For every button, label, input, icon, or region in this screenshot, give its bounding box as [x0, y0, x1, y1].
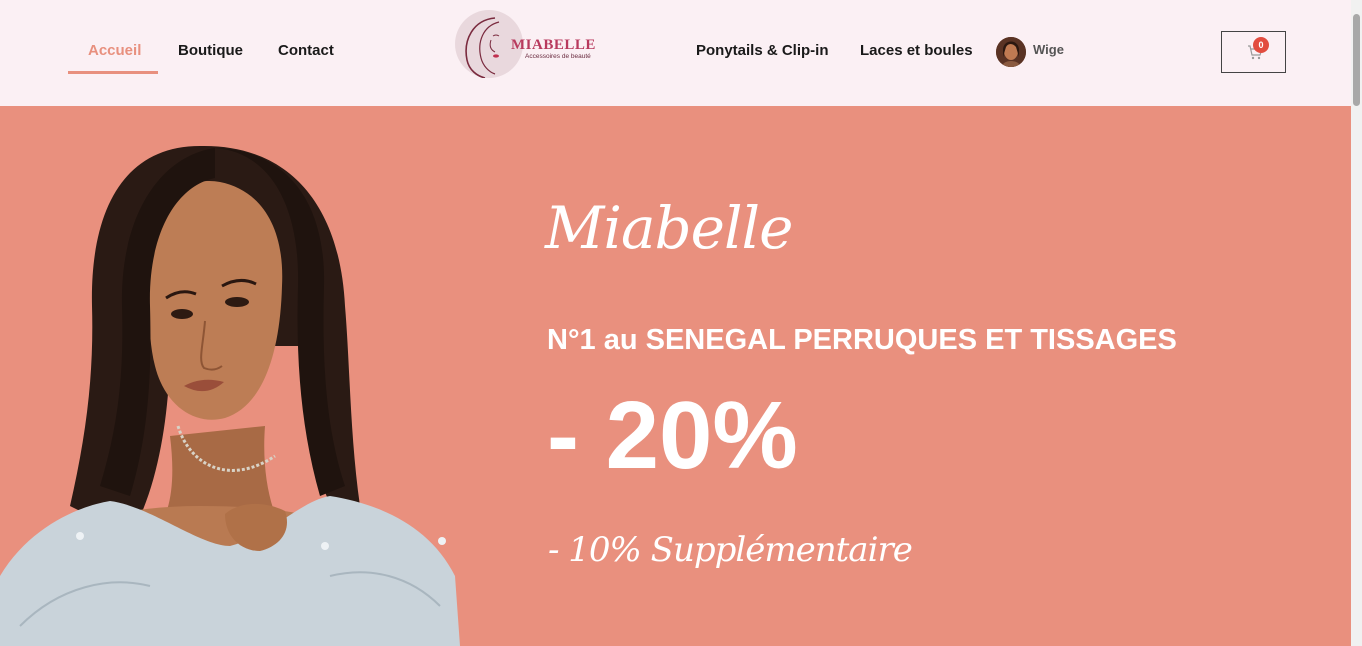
user-name[interactable]: Wige [1033, 42, 1064, 57]
user-avatar[interactable] [996, 37, 1026, 67]
hero-headline: N°1 au SENEGAL PERRUQUES ET TISSAGES [547, 324, 1177, 356]
nav-link-boutique[interactable]: Boutique [178, 42, 243, 59]
site-logo[interactable]: MIABELLE Accessoires de beauté [453, 9, 596, 81]
active-nav-underline [68, 71, 158, 74]
hero-extra-discount: - 10% Supplémentaire [548, 530, 913, 570]
nav-link-contact[interactable]: Contact [278, 42, 334, 59]
logo-wordmark: MIABELLE [511, 37, 596, 53]
model-photo [0, 145, 460, 646]
hero-script-title: Miabelle [545, 194, 793, 262]
cart-count-badge: 0 [1253, 37, 1269, 53]
logo-tagline: Accessoires de beauté [525, 53, 591, 60]
hero-banner: Miabelle N°1 au SENEGAL PERRUQUES ET TIS… [0, 106, 1351, 646]
nav-link-laces[interactable]: Laces et boules [860, 42, 973, 59]
cart-button[interactable]: 0 [1221, 31, 1286, 73]
page-scrollbar[interactable] [1351, 0, 1362, 646]
hero-discount: - 20% [547, 382, 798, 489]
nav-link-ponytails[interactable]: Ponytails & Clip-in [696, 42, 829, 59]
nav-link-accueil[interactable]: Accueil [88, 42, 141, 59]
site-header: Accueil Boutique Contact MIABELLE Access… [0, 0, 1351, 106]
scrollbar-thumb[interactable] [1353, 14, 1360, 106]
